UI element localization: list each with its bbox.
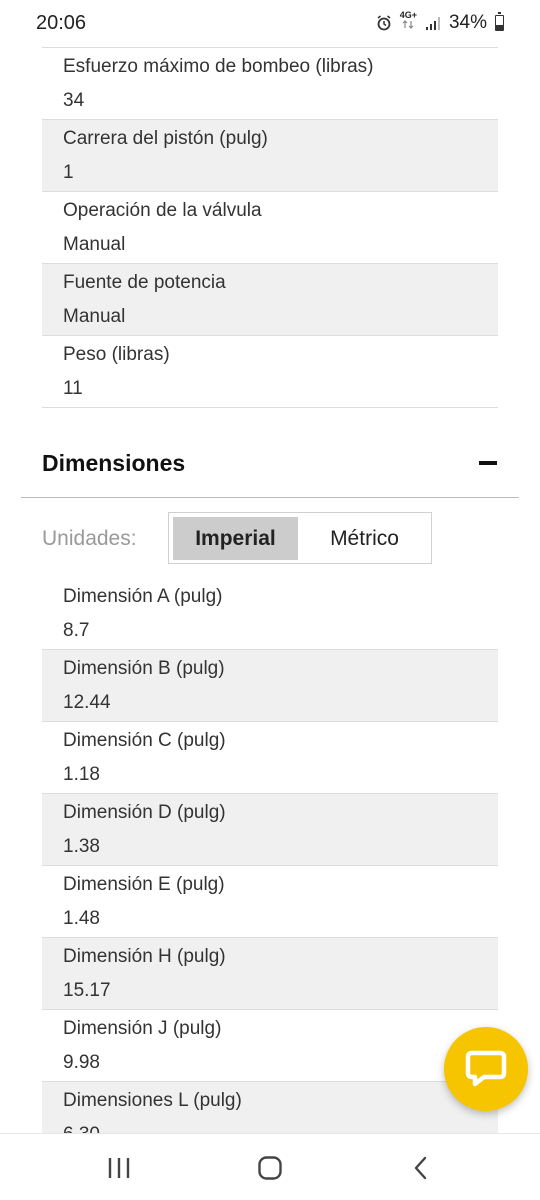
chat-button[interactable] bbox=[444, 1027, 528, 1111]
spec-row: Peso (libras) 11 bbox=[42, 336, 498, 408]
chat-bubble-icon bbox=[465, 1050, 507, 1087]
home-icon[interactable] bbox=[250, 1152, 290, 1184]
spec-list: Esfuerzo máximo de bombeo (libras) 34 Ca… bbox=[42, 47, 498, 408]
unit-imperial-button[interactable]: Imperial bbox=[173, 517, 298, 560]
dimensions-list: Dimensión A (pulg) 8.7 Dimensión B (pulg… bbox=[42, 578, 498, 1154]
data-arrows-icon: 4G+ bbox=[400, 11, 417, 29]
battery-icon bbox=[495, 12, 504, 31]
spec-value: Manual bbox=[63, 306, 126, 327]
units-selector: Unidades: Imperial Métrico bbox=[42, 512, 502, 564]
status-time: 20:06 bbox=[36, 12, 87, 34]
alarm-icon bbox=[377, 15, 391, 31]
units-label: Unidades: bbox=[42, 527, 137, 550]
spec-label: Esfuerzo máximo de bombeo (libras) bbox=[63, 56, 374, 77]
dimension-value: 1.48 bbox=[63, 908, 100, 929]
dimension-value: 12.44 bbox=[63, 692, 111, 713]
dimension-value: 15.17 bbox=[63, 980, 111, 1001]
dimension-row: Dimensión A (pulg) 8.7 bbox=[42, 578, 498, 650]
dimension-row: Dimensión C (pulg) 1.18 bbox=[42, 722, 498, 794]
dimensions-header[interactable]: Dimensiones bbox=[21, 440, 519, 498]
network-type: 4G+ bbox=[399, 10, 417, 20]
minus-icon[interactable] bbox=[479, 461, 497, 465]
spec-value: 11 bbox=[63, 378, 83, 399]
dimension-value: 1.38 bbox=[63, 836, 100, 857]
back-icon[interactable] bbox=[401, 1152, 441, 1184]
unit-metric-button[interactable]: Métrico bbox=[301, 517, 428, 560]
units-toggle: Imperial Métrico bbox=[168, 512, 432, 564]
spec-label: Operación de la válvula bbox=[63, 200, 262, 221]
dimension-label: Dimensión D (pulg) bbox=[63, 802, 226, 823]
dimension-row: Dimensión E (pulg) 1.48 bbox=[42, 866, 498, 938]
spec-row: Fuente de potencia Manual bbox=[42, 264, 498, 336]
section-title: Dimensiones bbox=[42, 450, 186, 476]
spec-row: Operación de la válvula Manual bbox=[42, 192, 498, 264]
signal-icon bbox=[425, 16, 440, 30]
spec-label: Peso (libras) bbox=[63, 344, 170, 365]
status-icons: 4G+ 34% bbox=[376, 11, 504, 34]
dimension-row: Dimensión H (pulg) 15.17 bbox=[42, 938, 498, 1010]
dimension-label: Dimensiones L (pulg) bbox=[63, 1090, 242, 1111]
dimension-label: Dimensión H (pulg) bbox=[63, 946, 226, 967]
spec-value: Manual bbox=[63, 234, 126, 255]
dimension-value: 9.98 bbox=[63, 1052, 100, 1073]
recent-apps-icon[interactable] bbox=[99, 1152, 139, 1184]
dimension-row: Dimensión B (pulg) 12.44 bbox=[42, 650, 498, 722]
spec-label: Fuente de potencia bbox=[63, 272, 226, 293]
spec-value: 1 bbox=[63, 162, 74, 183]
dimension-value: 1.18 bbox=[63, 764, 100, 785]
system-nav-bar bbox=[0, 1133, 540, 1200]
dimension-label: Dimensión J (pulg) bbox=[63, 1018, 222, 1039]
battery-percent: 34% bbox=[448, 12, 487, 33]
dimension-row: Dimensión J (pulg) 9.98 bbox=[42, 1010, 498, 1082]
dimension-label: Dimensión A (pulg) bbox=[63, 586, 223, 607]
dimension-label: Dimensión B (pulg) bbox=[63, 658, 225, 679]
spec-row: Esfuerzo máximo de bombeo (libras) 34 bbox=[42, 48, 498, 120]
dimension-label: Dimensión E (pulg) bbox=[63, 874, 225, 895]
dimension-value: 8.7 bbox=[63, 620, 90, 641]
dimension-label: Dimensión C (pulg) bbox=[63, 730, 226, 751]
spec-value: 34 bbox=[63, 90, 85, 111]
spec-label: Carrera del pistón (pulg) bbox=[63, 128, 268, 149]
spec-row: Carrera del pistón (pulg) 1 bbox=[42, 120, 498, 192]
dimension-row: Dimensión D (pulg) 1.38 bbox=[42, 794, 498, 866]
status-bar: 20:06 4G+ 34% bbox=[0, 0, 540, 44]
